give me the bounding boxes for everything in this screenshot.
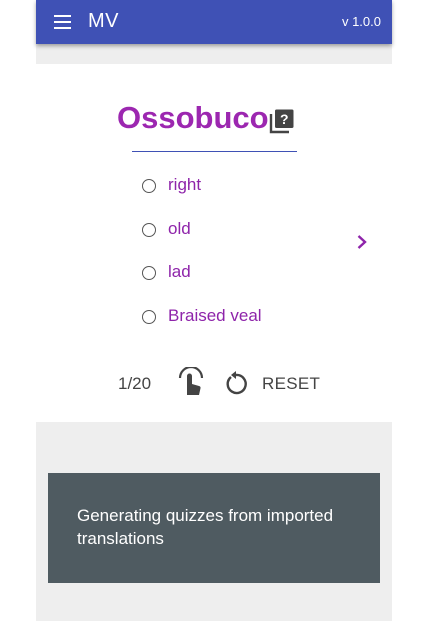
quiz-word: Ossobuco [117,100,269,135]
option-label: Braised veal [168,306,262,325]
quiz-icon[interactable]: ? [269,108,295,134]
app-bar: MV v 1.0.0 [36,0,392,44]
snackbar: Generating quizzes from imported transla… [48,473,380,583]
touch-app-icon[interactable] [177,367,205,399]
word-underline [132,151,297,152]
option-2[interactable]: old [142,219,342,243]
reset-button[interactable]: RESET [262,374,320,394]
radio-button[interactable] [142,179,156,193]
radio-button[interactable] [142,266,156,280]
option-label: old [168,219,191,238]
option-1[interactable]: right [142,175,342,199]
version-label: v 1.0.0 [341,14,381,29]
radio-button[interactable] [142,310,156,324]
option-label: lad [168,262,191,281]
svg-text:?: ? [280,111,289,127]
progress-counter: 1/20 [118,374,152,393]
option-3[interactable]: lad [142,262,342,286]
radio-button[interactable] [142,223,156,237]
app-title: MV [88,10,119,32]
option-label: right [168,175,202,194]
snackbar-message: Generating quizzes from imported transla… [77,506,334,548]
quiz-card: Ossobuco ? right old lad Braised veal 1/… [36,64,392,422]
reset-icon[interactable] [223,370,249,396]
chevron-right-icon[interactable] [354,234,370,250]
menu-icon[interactable] [54,15,71,29]
option-4[interactable]: Braised veal [142,306,342,330]
